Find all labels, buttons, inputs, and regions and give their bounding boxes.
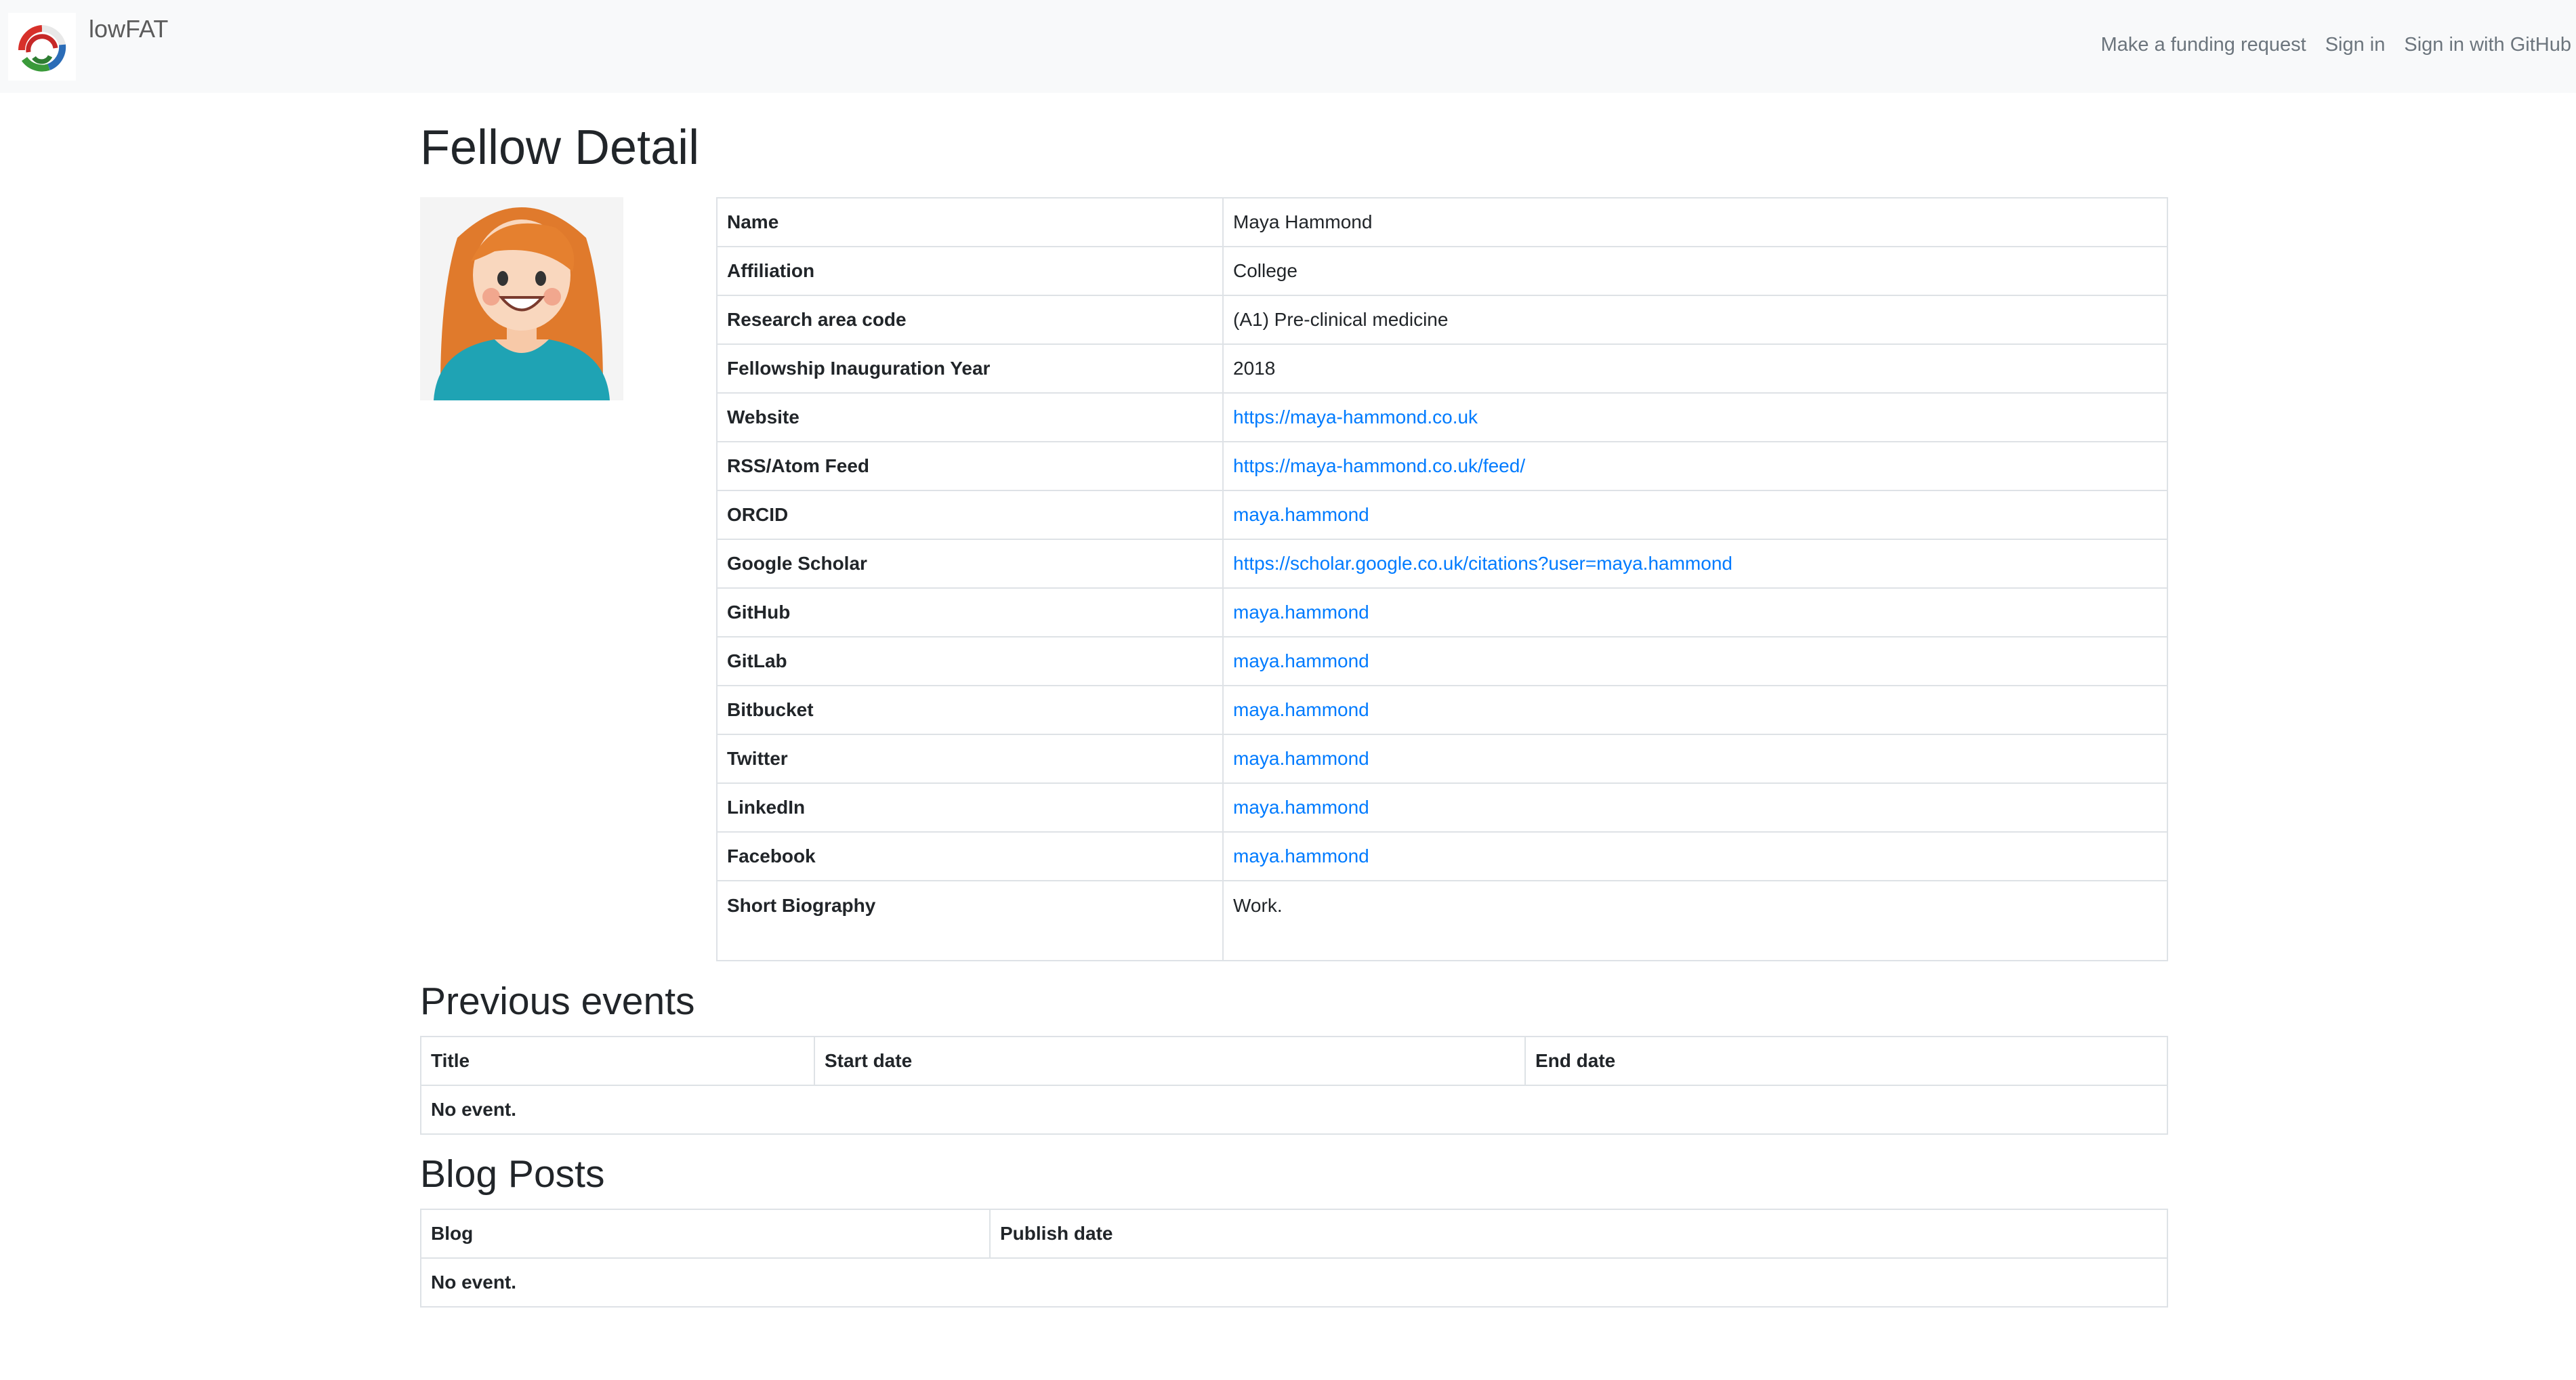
detail-row-bitbucket: Bitbucket maya.hammond (716, 685, 2168, 735)
orcid-label: ORCID (716, 490, 1224, 540)
google-scholar-value-cell: https://scholar.google.co.uk/citations?u… (1222, 539, 2168, 589)
github-link[interactable]: maya.hammond (1233, 602, 1369, 623)
twitter-link[interactable]: maya.hammond (1233, 748, 1369, 769)
detail-row-facebook: Facebook maya.hammond (716, 831, 2168, 881)
table-row: No event. (420, 1085, 2168, 1135)
column-header-title: Title (420, 1036, 815, 1086)
gitlab-label: GitLab (716, 636, 1224, 686)
lowfat-logo-icon[interactable] (8, 13, 76, 81)
website-link[interactable]: https://maya-hammond.co.uk (1233, 406, 1478, 427)
linkedin-label: LinkedIn (716, 782, 1224, 833)
research-area-code-label: Research area code (716, 295, 1224, 345)
name-value: Maya Hammond (1222, 197, 2168, 247)
twitter-value-cell: maya.hammond (1222, 734, 2168, 784)
column-header-end-date: End date (1524, 1036, 2168, 1086)
nav-links: Make a funding request Sign in Sign in w… (2082, 30, 2571, 60)
detail-row-twitter: Twitter maya.hammond (716, 734, 2168, 784)
affiliation-value: College (1222, 246, 2168, 296)
detail-row-google-scholar: Google Scholar https://scholar.google.co.… (716, 539, 2168, 589)
table-row: No event. (420, 1257, 2168, 1308)
detail-row-affiliation: Affiliation College (716, 246, 2168, 296)
bitbucket-link[interactable]: maya.hammond (1233, 699, 1369, 720)
avatar-illustration-icon (420, 197, 623, 400)
blog-posts-body: No event. (420, 1257, 2168, 1308)
blog-posts-table: Blog Publish date No event. (420, 1209, 2168, 1308)
sign-in-github-link[interactable]: Sign in with GitHub (2404, 30, 2571, 60)
twitter-label: Twitter (716, 734, 1224, 784)
fellowship-inauguration-year-label: Fellowship Inauguration Year (716, 343, 1224, 394)
github-value-cell: maya.hammond (1222, 587, 2168, 637)
rss-atom-feed-value-cell: https://maya-hammond.co.uk/feed/ (1222, 441, 2168, 491)
google-scholar-label: Google Scholar (716, 539, 1224, 589)
detail-row-orcid: ORCID maya.hammond (716, 490, 2168, 540)
website-value-cell: https://maya-hammond.co.uk (1222, 392, 2168, 442)
column-header-start-date: Start date (814, 1036, 1526, 1086)
previous-events-body: No event. (420, 1085, 2168, 1135)
column-header-publish-date: Publish date (989, 1209, 2168, 1259)
table-header-row: Title Start date End date (420, 1036, 2168, 1086)
sign-in-link[interactable]: Sign in (2325, 30, 2386, 60)
short-biography-label: Short Biography (716, 880, 1224, 961)
detail-row-website: Website https://maya-hammond.co.uk (716, 392, 2168, 442)
detail-row-research-area-code: Research area code (A1) Pre-clinical medi… (716, 295, 2168, 345)
previous-events-table: Title Start date End date No event. (420, 1036, 2168, 1135)
detail-row-fellowship-inauguration-year: Fellowship Inauguration Year 2018 (716, 343, 2168, 394)
orcid-link[interactable]: maya.hammond (1233, 504, 1369, 525)
research-area-code-value: (A1) Pre-clinical medicine (1222, 295, 2168, 345)
detail-row-github: GitHub maya.hammond (716, 587, 2168, 637)
facebook-link[interactable]: maya.hammond (1233, 845, 1369, 866)
empty-events-message: No event. (420, 1085, 2168, 1135)
empty-blog-posts-message: No event. (420, 1257, 2168, 1308)
bitbucket-value-cell: maya.hammond (1222, 685, 2168, 735)
gitlab-link[interactable]: maya.hammond (1233, 650, 1369, 671)
orcid-value-cell: maya.hammond (1222, 490, 2168, 540)
linkedin-link[interactable]: maya.hammond (1233, 797, 1369, 818)
linkedin-value-cell: maya.hammond (1222, 782, 2168, 833)
website-label: Website (716, 392, 1224, 442)
detail-row-gitlab: GitLab maya.hammond (716, 636, 2168, 686)
fellow-detail-table: Name Maya Hammond Affiliation College Resear… (716, 197, 2168, 961)
rss-atom-feed-label: RSS/Atom Feed (716, 441, 1224, 491)
gitlab-value-cell: maya.hammond (1222, 636, 2168, 686)
fellow-avatar (420, 197, 623, 400)
bitbucket-label: Bitbucket (716, 685, 1224, 735)
rss-atom-feed-link[interactable]: https://maya-hammond.co.uk/feed/ (1233, 455, 1525, 476)
brand-link[interactable]: lowFAT (89, 14, 168, 44)
name-label: Name (716, 197, 1224, 247)
detail-row-short-biography: Short Biography Work. (716, 880, 2168, 961)
fellow-detail-body: Name Maya Hammond Affiliation College Resear… (716, 197, 2168, 961)
google-scholar-link[interactable]: https://scholar.google.co.uk/citations?u… (1233, 553, 1732, 574)
blog-posts-header: Blog Publish date (420, 1209, 2168, 1259)
previous-events-heading: Previous events (420, 980, 695, 1023)
column-header-blog: Blog (420, 1209, 991, 1259)
github-label: GitHub (716, 587, 1224, 637)
detail-row-rss-atom-feed: RSS/Atom Feed https://maya-hammond.co.uk/… (716, 441, 2168, 491)
navbar: lowFAT Make a funding request Sign in Si… (0, 0, 2576, 93)
funding-request-link[interactable]: Make a funding request (2101, 30, 2306, 60)
fellowship-inauguration-year-value: 2018 (1222, 343, 2168, 394)
facebook-value-cell: maya.hammond (1222, 831, 2168, 881)
table-header-row: Blog Publish date (420, 1209, 2168, 1259)
affiliation-label: Affiliation (716, 246, 1224, 296)
previous-events-header: Title Start date End date (420, 1036, 2168, 1086)
blog-posts-heading: Blog Posts (420, 1152, 605, 1196)
page-title: Fellow Detail (420, 121, 700, 175)
facebook-label: Facebook (716, 831, 1224, 881)
detail-row-linkedin: LinkedIn maya.hammond (716, 782, 2168, 833)
short-biography-value: Work. (1222, 880, 2168, 961)
detail-row-name: Name Maya Hammond (716, 197, 2168, 247)
